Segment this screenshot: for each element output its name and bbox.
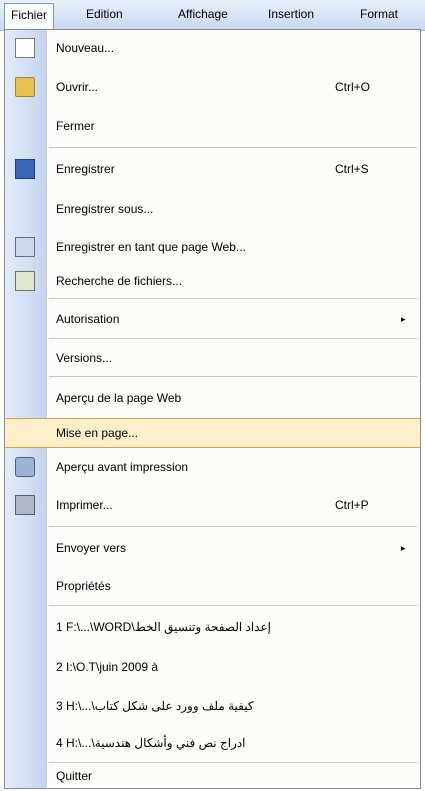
recent-file-3[interactable]: 3 H:\...\كيفية ملف وورد على شكل كتاب	[5, 687, 420, 725]
menu-item-enregistrer-web[interactable]: Enregistrer en tant que page Web...	[5, 229, 420, 265]
menu-item-nouveau[interactable]: Nouveau...	[5, 30, 420, 66]
menu-edition[interactable]: Edition	[80, 3, 129, 25]
recent-file-2[interactable]: 2 I:\O.T\juin 2009 à	[5, 647, 420, 687]
menu-item-envoyer-vers[interactable]: Envoyer vers ▸	[5, 528, 420, 568]
menu-item-label: Nouveau...	[56, 41, 115, 55]
recent-file-label: 4 H:\...\ادراج نص فني وأشكال هندسية	[56, 736, 246, 750]
recent-file-label: 1 F:\...\WORD\إعداد الصفحة وتنسيق الخط	[56, 620, 272, 634]
file-dropdown-menu: Nouveau... Ouvrir... Ctrl+O Fermer Enreg…	[4, 29, 421, 789]
menu-item-mise-en-page[interactable]: Mise en page...	[5, 418, 420, 448]
menu-item-enregistrer[interactable]: Enregistrer Ctrl+S	[5, 149, 420, 189]
menu-item-label: Enregistrer	[56, 162, 115, 176]
menu-separator	[49, 762, 417, 763]
submenu-arrow-icon: ▸	[401, 542, 406, 553]
menu-item-label: Recherche de fichiers...	[56, 274, 183, 288]
menu-item-shortcut: Ctrl+O	[335, 80, 371, 94]
menu-item-label: Aperçu avant impression	[56, 460, 189, 474]
open-folder-icon	[15, 77, 35, 97]
menu-item-label: Imprimer...	[56, 498, 113, 512]
recent-file-label: 2 I:\O.T\juin 2009 à	[56, 660, 159, 674]
menu-separator	[49, 147, 417, 148]
printer-icon	[15, 495, 35, 515]
print-preview-icon	[15, 457, 35, 477]
menu-item-versions[interactable]: Versions...	[5, 340, 420, 376]
file-search-icon	[15, 271, 35, 291]
menu-item-proprietes[interactable]: Propriétés	[5, 568, 420, 604]
menu-item-label: Envoyer vers	[56, 541, 127, 555]
menu-item-recherche[interactable]: Recherche de fichiers...	[5, 265, 420, 297]
web-page-icon	[15, 237, 35, 257]
menu-item-quitter[interactable]: Quitter	[5, 764, 420, 788]
recent-file-1[interactable]: 1 F:\...\WORD\إعداد الصفحة وتنسيق الخط	[5, 607, 420, 647]
menu-fichier[interactable]: Fichier	[4, 3, 55, 30]
menu-bar: Fichier Edition Affichage Insertion Form…	[0, 0, 425, 31]
menu-item-label: Enregistrer en tant que page Web...	[56, 240, 246, 254]
menu-item-label: Autorisation	[56, 312, 120, 326]
menu-item-apercu-web[interactable]: Aperçu de la page Web	[5, 378, 420, 418]
menu-item-label: Propriétés	[56, 579, 111, 593]
new-document-icon	[15, 38, 35, 58]
recent-file-4[interactable]: 4 H:\...\ادراج نص فني وأشكال هندسية	[5, 725, 420, 761]
menu-affichage[interactable]: Affichage	[172, 3, 234, 25]
menu-item-label: Aperçu de la page Web	[56, 391, 182, 405]
menu-item-label: Mise en page...	[56, 426, 139, 440]
menu-item-label: Quitter	[56, 769, 93, 783]
menu-item-autorisation[interactable]: Autorisation ▸	[5, 300, 420, 338]
menu-item-label: Enregistrer sous...	[56, 202, 154, 216]
menu-item-label: Ouvrir...	[56, 80, 99, 94]
menu-separator	[49, 526, 417, 527]
menu-item-ouvrir[interactable]: Ouvrir... Ctrl+O	[5, 66, 420, 108]
menu-separator	[49, 338, 417, 339]
menu-item-label: Versions...	[56, 351, 113, 365]
save-disk-icon	[15, 159, 35, 179]
menu-item-shortcut: Ctrl+P	[335, 498, 369, 512]
menu-insertion[interactable]: Insertion	[262, 3, 320, 25]
menu-item-apercu-impression[interactable]: Aperçu avant impression	[5, 448, 420, 486]
menu-item-fermer[interactable]: Fermer	[5, 108, 420, 144]
menu-item-imprimer[interactable]: Imprimer... Ctrl+P	[5, 486, 420, 524]
menu-item-label: Fermer	[56, 119, 95, 133]
recent-file-label: 3 H:\...\كيفية ملف وورد على شكل كتاب	[56, 699, 254, 713]
menu-item-enregistrer-sous[interactable]: Enregistrer sous...	[5, 189, 420, 229]
menu-separator	[49, 605, 417, 606]
menu-item-shortcut: Ctrl+S	[335, 162, 369, 176]
menu-separator	[49, 376, 417, 377]
menu-format[interactable]: Format	[354, 3, 404, 25]
menu-separator	[49, 298, 417, 299]
submenu-arrow-icon: ▸	[401, 313, 406, 324]
